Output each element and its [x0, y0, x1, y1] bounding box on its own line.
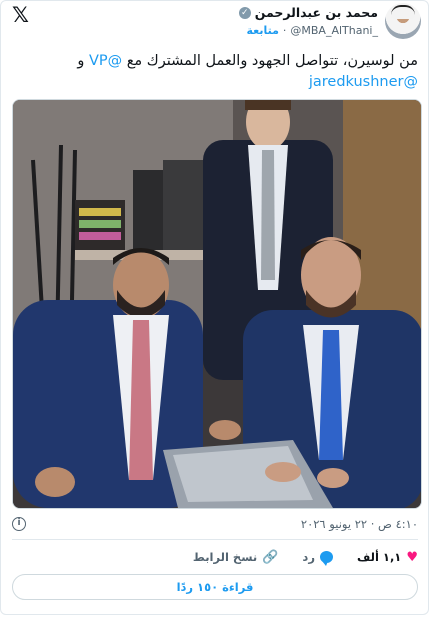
- like-count: ١,١ ألف: [356, 550, 402, 564]
- display-name[interactable]: محمد بن عبدالرحمن: [255, 5, 378, 20]
- follow-button[interactable]: متابعة: [246, 24, 278, 37]
- action-bar: ♥ ١,١ ألف رد 🔗 نسخ الرابط: [12, 548, 418, 566]
- tweet-photo[interactable]: [12, 99, 422, 509]
- tweet-text-conjunction: و: [77, 53, 89, 69]
- read-replies-button[interactable]: قراءة ١٥٠ ردًا: [12, 574, 418, 600]
- user-block: محمد بن عبدالرحمن ✓ متابعة · @MBA_AlThan…: [238, 5, 378, 37]
- reply-label: رد: [302, 550, 315, 564]
- timestamp[interactable]: ٤:١٠ ص · ٢٢ يونيو ٢٠٢٦: [301, 517, 418, 531]
- mention-vp[interactable]: @VP: [89, 53, 122, 69]
- heart-icon: ♥: [406, 549, 418, 565]
- copy-link-label: نسخ الرابط: [192, 550, 258, 564]
- like-button[interactable]: ♥ ١,١ ألف: [357, 550, 418, 565]
- tweet-card: 𝕏 محمد بن عبدالرحمن ✓ متابعة · @MBA_AlTh…: [0, 0, 429, 615]
- separator-dot: ·: [282, 24, 287, 37]
- timestamp-row: i ٤:١٠ ص · ٢٢ يونيو ٢٠٢٦: [12, 515, 418, 533]
- tweet-text-body: من لوسيرن، تتواصل الجهود والعمل المشترك …: [122, 53, 418, 69]
- link-icon: 🔗: [262, 549, 279, 565]
- tweet-text: من لوسيرن، تتواصل الجهود والعمل المشترك …: [13, 51, 418, 93]
- x-logo-icon[interactable]: 𝕏: [12, 4, 34, 26]
- mention-jaredkushner[interactable]: @jaredkushner: [309, 74, 418, 90]
- reply-button[interactable]: رد: [302, 550, 333, 566]
- reply-bubble-icon: [319, 551, 333, 566]
- verified-badge-icon: ✓: [238, 6, 251, 19]
- copy-link-button[interactable]: 🔗 نسخ الرابط: [193, 550, 279, 565]
- info-icon[interactable]: i: [12, 517, 26, 531]
- divider: [12, 539, 418, 540]
- user-handle[interactable]: @MBA_AlThani_: [290, 24, 378, 37]
- avatar[interactable]: [385, 3, 421, 39]
